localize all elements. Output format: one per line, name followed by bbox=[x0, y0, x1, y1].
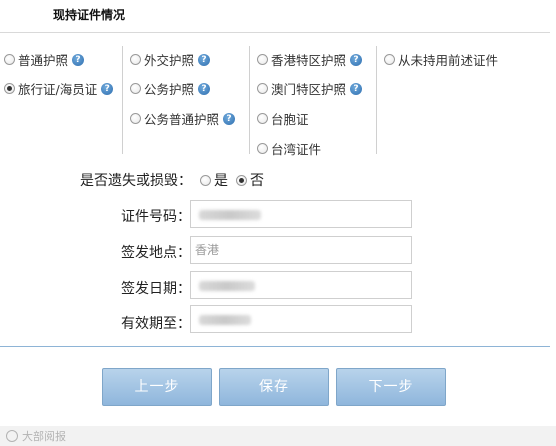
redacted-value bbox=[199, 314, 251, 325]
prev-step-button[interactable]: 上一步 bbox=[102, 368, 212, 406]
lost-yes-option[interactable]: 是 bbox=[200, 170, 228, 190]
issue-date-label: 签发日期： bbox=[121, 281, 191, 297]
help-icon[interactable]: ? bbox=[198, 82, 211, 95]
radio-button[interactable] bbox=[130, 83, 141, 94]
option-label: 台湾证件 bbox=[271, 142, 322, 157]
option-label: 公务普通护照 bbox=[144, 112, 220, 127]
radio-button[interactable] bbox=[130, 54, 141, 65]
help-icon[interactable]: ? bbox=[198, 53, 211, 66]
help-icon[interactable]: ? bbox=[350, 53, 363, 66]
section-title: 现持证件情况 bbox=[53, 8, 126, 22]
option-label: 否 bbox=[250, 173, 264, 189]
save-button[interactable]: 保存 bbox=[219, 368, 329, 406]
issue-place-label: 签发地点： bbox=[121, 245, 191, 261]
doc-type-option-ordinary-passport[interactable]: 普通护照 ? bbox=[4, 50, 85, 69]
bottom-divider bbox=[0, 346, 550, 347]
option-label: 是 bbox=[214, 173, 228, 189]
help-icon[interactable]: ? bbox=[101, 82, 114, 95]
id-number-label: 证件号码： bbox=[121, 209, 191, 225]
option-label: 旅行证/海员证 bbox=[18, 82, 98, 97]
doc-type-option-public-affairs-passport[interactable]: 公务普通护照 ? bbox=[130, 109, 236, 128]
option-label: 香港特区护照 bbox=[271, 53, 347, 68]
radio-button[interactable] bbox=[200, 174, 211, 186]
footer-strip bbox=[0, 426, 556, 446]
redacted-value bbox=[199, 280, 255, 291]
doc-type-option-travel-permit[interactable]: 旅行证/海员证 ? bbox=[4, 79, 114, 98]
next-step-button[interactable]: 下一步 bbox=[336, 368, 446, 406]
watermark-logo-icon bbox=[6, 430, 18, 442]
watermark: 大部阅报 bbox=[6, 428, 66, 444]
doc-type-option-service-passport[interactable]: 公务护照 ? bbox=[130, 79, 211, 98]
radio-button[interactable] bbox=[4, 54, 15, 65]
redacted-value bbox=[199, 209, 261, 220]
radio-button[interactable] bbox=[130, 113, 141, 124]
column-divider bbox=[249, 46, 250, 154]
doc-type-option-diplomatic-passport[interactable]: 外交护照 ? bbox=[130, 50, 211, 69]
lost-or-damaged-row: 是否遗失或损毁： 是 否 bbox=[80, 170, 264, 190]
issue-place-input[interactable]: 香港 bbox=[190, 236, 412, 264]
doc-type-option-taiwan-compatriot-permit[interactable]: 台胞证 bbox=[257, 109, 309, 128]
valid-until-input[interactable] bbox=[190, 305, 412, 333]
radio-button-selected[interactable] bbox=[4, 83, 15, 94]
doc-type-option-never-held[interactable]: 从未持用前述证件 bbox=[384, 50, 498, 69]
radio-button[interactable] bbox=[257, 54, 268, 65]
column-divider bbox=[122, 46, 123, 154]
id-number-input[interactable] bbox=[190, 200, 412, 228]
option-label: 台胞证 bbox=[271, 112, 309, 127]
column-divider bbox=[376, 46, 377, 154]
radio-button[interactable] bbox=[384, 54, 395, 65]
doc-type-option-hk-sar-passport[interactable]: 香港特区护照 ? bbox=[257, 50, 363, 69]
top-divider bbox=[0, 32, 550, 33]
issue-date-input[interactable] bbox=[190, 271, 412, 299]
radio-button-selected[interactable] bbox=[236, 174, 247, 186]
doc-type-option-taiwan-document[interactable]: 台湾证件 bbox=[257, 139, 321, 158]
lost-or-damaged-label: 是否遗失或损毁： bbox=[80, 173, 192, 189]
option-label: 从未持用前述证件 bbox=[398, 53, 499, 68]
doc-type-option-macao-sar-passport[interactable]: 澳门特区护照 ? bbox=[257, 79, 363, 98]
lost-no-option[interactable]: 否 bbox=[236, 170, 264, 190]
radio-button[interactable] bbox=[257, 83, 268, 94]
watermark-text: 大部阅报 bbox=[22, 430, 66, 443]
help-icon[interactable]: ? bbox=[72, 53, 85, 66]
radio-button[interactable] bbox=[257, 113, 268, 124]
valid-until-label: 有效期至： bbox=[121, 316, 191, 332]
issue-place-value: 香港 bbox=[195, 243, 220, 257]
help-icon[interactable]: ? bbox=[350, 82, 363, 95]
option-label: 外交护照 bbox=[144, 53, 195, 68]
radio-button[interactable] bbox=[257, 143, 268, 154]
option-label: 普通护照 bbox=[18, 53, 69, 68]
option-label: 公务护照 bbox=[144, 82, 195, 97]
option-label: 澳门特区护照 bbox=[271, 82, 347, 97]
help-icon[interactable]: ? bbox=[223, 112, 236, 125]
